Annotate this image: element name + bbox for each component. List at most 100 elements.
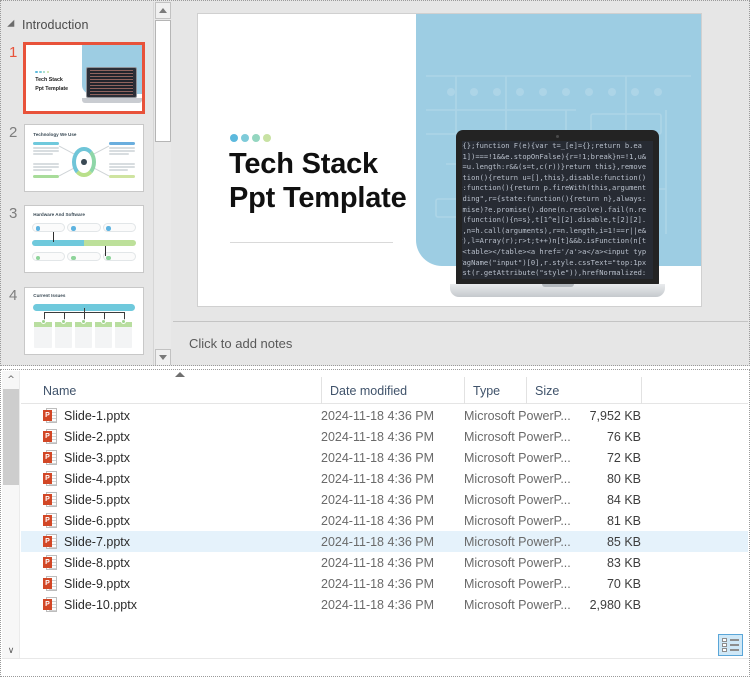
slide-title-line2: Ppt Template [229,182,407,214]
laptop-base [450,284,665,297]
file-date-cell: 2024-11-18 4:36 PM [321,597,435,612]
file-date-cell: 2024-11-18 4:36 PM [321,408,435,423]
file-scrollbar-thumb[interactable] [3,389,19,485]
file-name-cell[interactable]: P Slide-2.pptx [43,428,130,445]
file-size-cell: 80 KB [606,471,641,486]
file-size-cell: 72 KB [606,450,641,465]
accent-dots [230,134,271,142]
file-list-rows: P Slide-1.pptx 2024-11-18 4:36 PM Micros… [21,405,748,615]
table-row[interactable]: P Slide-9.pptx 2024-11-18 4:36 PM Micros… [21,573,748,594]
file-date-cell: 2024-11-18 4:36 PM [321,534,435,549]
mini-title-3: Hardware And Software [33,211,85,217]
file-size-cell: 84 KB [606,492,641,507]
file-size-cell: 81 KB [606,513,641,528]
scrollbar-thumb[interactable] [155,20,171,142]
current-slide[interactable]: Tech Stack Ppt Template _={};function F(… [197,13,702,307]
column-header-spacer [641,377,701,404]
table-row[interactable]: P Slide-10.pptx 2024-11-18 4:36 PM Micro… [21,594,748,615]
file-size-cell: 7,952 KB [589,408,641,423]
file-date-cell: 2024-11-18 4:36 PM [321,492,435,507]
powerpoint-file-icon: P [43,407,57,424]
powerpoint-file-icon: P [43,596,57,613]
file-size-cell: 2,980 KB [589,597,641,612]
thumbnail-panel-scrollbar[interactable] [153,2,171,365]
powerpoint-file-icon: P [43,470,57,487]
table-row[interactable]: P Slide-1.pptx 2024-11-18 4:36 PM Micros… [21,405,748,426]
table-row[interactable]: P Slide-4.pptx 2024-11-18 4:36 PM Micros… [21,468,748,489]
powerpoint-file-icon: P [43,554,57,571]
file-date-cell: 2024-11-18 4:36 PM [321,450,435,465]
file-name-cell[interactable]: P Slide-8.pptx [43,554,130,571]
slide-number-1: 1 [9,44,18,61]
powerpoint-pane: Introduction 1 Tech Stack Ppt Template 2… [0,0,750,366]
title-divider [230,242,393,243]
table-row[interactable]: P Slide-5.pptx 2024-11-18 4:36 PM Micros… [21,489,748,510]
powerpoint-file-icon: P [43,428,57,445]
file-name-cell[interactable]: P Slide-3.pptx [43,449,130,466]
slide-thumbnail-1-image[interactable]: Tech Stack Ppt Template [23,42,145,114]
notes-placeholder: Click to add notes [189,336,293,351]
file-date-cell: 2024-11-18 4:36 PM [321,513,435,528]
file-name-cell[interactable]: P Slide-6.pptx [43,512,130,529]
file-size-cell: 76 KB [606,429,641,444]
mini-title-4: Current Issues [33,293,66,299]
details-view-button[interactable] [718,634,743,656]
slide-number-3: 3 [9,205,18,222]
code-text: _={};function F(e){var t=_[e]={};return … [462,141,647,278]
file-name-cell[interactable]: P Slide-1.pptx [43,407,130,424]
mini-laptop-base [81,97,142,103]
file-size-cell: 70 KB [606,576,641,591]
collapse-triangle-icon[interactable] [7,19,18,31]
application-window: Introduction 1 Tech Stack Ppt Template 2… [0,0,750,677]
column-header-type[interactable]: Type [464,377,526,404]
mini-laptop-icon [86,66,138,99]
table-row[interactable]: P Slide-3.pptx 2024-11-18 4:36 PM Micros… [21,447,748,468]
file-date-cell: 2024-11-18 4:36 PM [321,576,435,591]
slide-number-4: 4 [9,287,18,304]
file-date-cell: 2024-11-18 4:36 PM [321,471,435,486]
file-name-cell[interactable]: P Slide-10.pptx [43,596,137,613]
file-list-scrollbar[interactable]: ^ ∨ [2,371,20,660]
slide-title-line1: Tech Stack [229,148,378,180]
scroll-down-arrow-icon[interactable] [155,349,171,365]
laptop-illustration: _={};function F(e){var t=_[e]={};return … [450,130,665,297]
powerpoint-file-icon: P [43,533,57,550]
notes-pane[interactable]: Click to add notes [173,321,748,365]
laptop-lid: _={};function F(e){var t=_[e]={};return … [456,130,659,285]
file-name-cell[interactable]: P Slide-4.pptx [43,470,130,487]
file-size-cell: 85 KB [606,534,641,549]
mini-dots [35,70,50,74]
column-header-name[interactable]: Name [35,372,321,404]
file-date-cell: 2024-11-18 4:36 PM [321,555,435,570]
table-row[interactable]: P Slide-8.pptx 2024-11-18 4:36 PM Micros… [21,552,748,573]
laptop-screen: _={};function F(e){var t=_[e]={};return … [462,141,653,279]
scroll-up-chevron-icon[interactable]: ^ [2,371,20,389]
powerpoint-file-icon: P [43,575,57,592]
details-view-icon [722,638,739,652]
file-size-cell: 83 KB [606,555,641,570]
scroll-up-arrow-icon[interactable] [155,2,171,19]
file-list-column-headers: Name Date modified Type Size [21,372,748,404]
file-explorer-status-bar [2,658,749,675]
laptop-camera-icon [556,135,559,138]
table-row[interactable]: P Slide-6.pptx 2024-11-18 4:36 PM Micros… [21,510,748,531]
slide-thumbnail-4-image[interactable]: Current Issues [24,287,144,355]
slide-stage: Tech Stack Ppt Template _={};function F(… [173,2,748,320]
column-header-date-modified[interactable]: Date modified [321,377,464,404]
slide-thumbnail-panel[interactable]: Introduction 1 Tech Stack Ppt Template 2… [2,2,152,365]
section-label: Introduction [22,18,89,32]
table-row[interactable]: P Slide-2.pptx 2024-11-18 4:36 PM Micros… [21,426,748,447]
slide-thumbnail-3-image[interactable]: Hardware And Software [24,205,144,273]
file-name-cell[interactable]: P Slide-7.pptx [43,533,130,550]
slide-number-2: 2 [9,124,18,141]
powerpoint-file-icon: P [43,449,57,466]
table-row-selected[interactable]: P Slide-7.pptx 2024-11-18 4:36 PM Micros… [21,531,748,552]
file-list-body: Name Date modified Type Size P Slide-1.p… [21,371,748,660]
file-name-cell[interactable]: P Slide-5.pptx [43,491,130,508]
powerpoint-file-icon: P [43,512,57,529]
powerpoint-file-icon: P [43,491,57,508]
column-header-size[interactable]: Size [526,377,641,404]
section-header-introduction[interactable]: Introduction [7,18,89,32]
file-name-cell[interactable]: P Slide-9.pptx [43,575,130,592]
slide-thumbnail-2-image[interactable]: Technology We Use [24,124,144,192]
